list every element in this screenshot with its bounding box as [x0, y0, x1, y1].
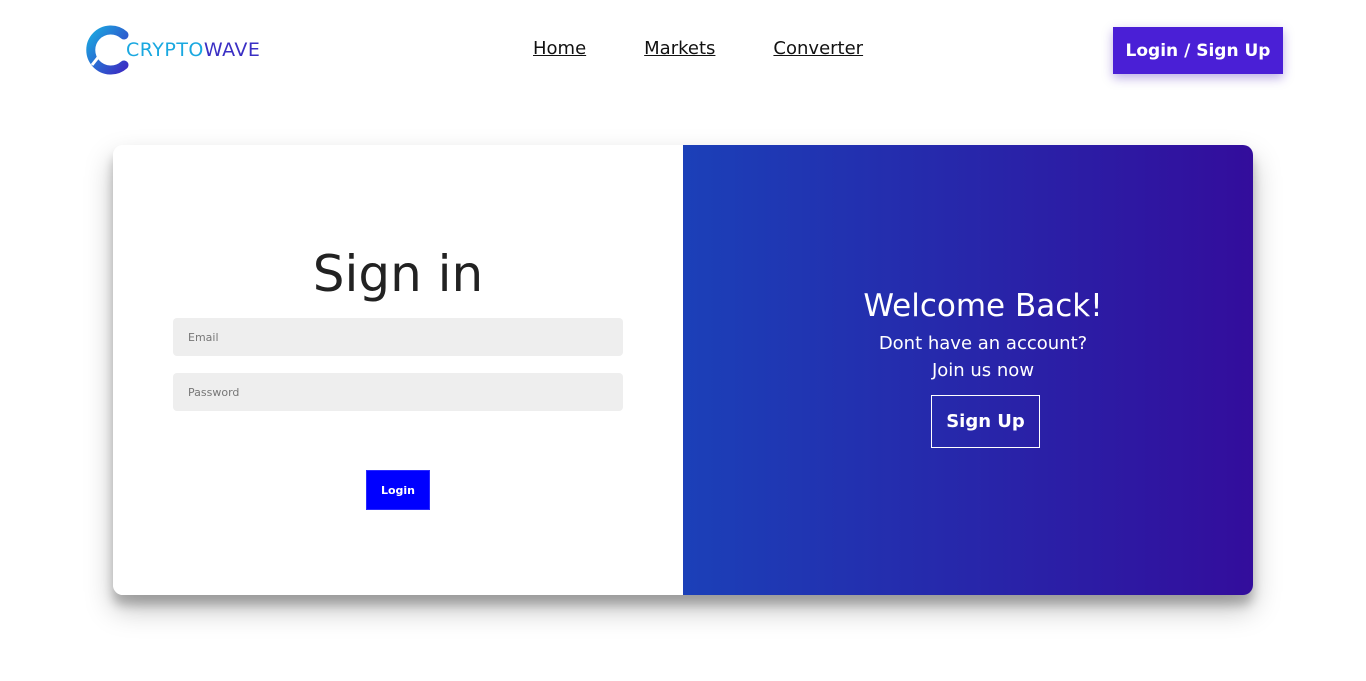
brand-name-part2: WAVE — [203, 39, 261, 61]
nav-link-converter[interactable]: Converter — [773, 38, 863, 59]
welcome-line-1: Dont have an account? — [878, 333, 1088, 354]
brand-logo[interactable]: CRYPTOWAVE — [84, 25, 260, 75]
cryptowave-logo-icon — [86, 25, 129, 75]
welcome-panel: Welcome Back! Dont have an account? Join… — [683, 145, 1253, 595]
login-signup-button[interactable]: Login / Sign Up — [1113, 27, 1283, 74]
email-field[interactable] — [173, 318, 623, 356]
auth-card: Sign in Login Welcome Back! Dont have an… — [113, 145, 1253, 595]
signin-title: Sign in — [312, 245, 484, 303]
nav-link-markets[interactable]: Markets — [644, 38, 715, 59]
password-field[interactable] — [173, 373, 623, 411]
brand-name-part1: CRYPTO — [126, 39, 204, 61]
nav-links: Home Markets Converter — [533, 38, 863, 59]
nav-link-home[interactable]: Home — [533, 38, 586, 59]
top-navigation: CRYPTOWAVE Home Markets Converter Login … — [0, 0, 1366, 100]
welcome-title: Welcome Back! — [863, 288, 1103, 324]
signin-panel: Sign in Login — [113, 145, 683, 595]
signup-button[interactable]: Sign Up — [931, 395, 1040, 448]
login-button[interactable]: Login — [366, 470, 430, 510]
brand-name: CRYPTOWAVE — [126, 39, 260, 61]
welcome-line-2: Join us now — [931, 360, 1035, 381]
